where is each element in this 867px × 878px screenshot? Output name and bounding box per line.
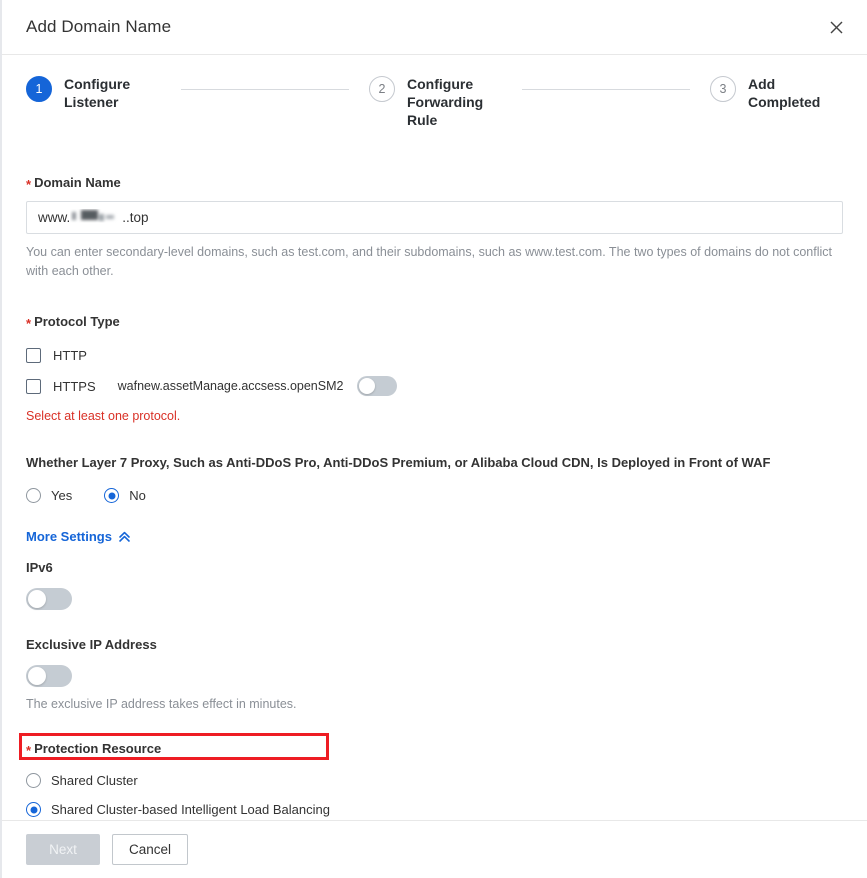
protection-resource-shared-cluster[interactable]: Shared Cluster (26, 773, 843, 788)
radio-layer7-yes-label: Yes (51, 488, 73, 503)
protocol-http-row[interactable]: HTTP (26, 348, 843, 363)
required-marker: * (26, 177, 32, 192)
cancel-button[interactable]: Cancel (112, 834, 189, 865)
domain-name-label: * Domain Name (26, 174, 843, 192)
required-marker: * (26, 316, 32, 331)
exclusive-ip-toggle[interactable] (26, 665, 72, 687)
step-indicator: 1 Configure Listener 2 Configure Forward… (2, 55, 867, 129)
step-2-number: 2 (369, 76, 395, 102)
protection-resource-label-text: Protection Resource (34, 741, 162, 756)
radio-intelligent-load-balancing-label: Shared Cluster-based Intelligent Load Ba… (51, 802, 330, 817)
https-feature-toggle-knob (359, 378, 376, 394)
step-3[interactable]: 3 Add Completed (710, 75, 843, 111)
ipv6-label: IPv6 (26, 560, 53, 575)
checkbox-https[interactable] (26, 378, 41, 394)
double-chevron-up-icon (112, 530, 131, 543)
domain-name-input[interactable]: www. ..top (26, 201, 843, 234)
protocol-type-error: Select at least one protocol. (26, 409, 181, 423)
step-3-number: 3 (710, 76, 736, 102)
ipv6-toggle[interactable] (26, 588, 72, 610)
https-feature-toggle[interactable] (357, 376, 398, 396)
add-domain-dialog: Add Domain Name 1 Configure Listener 2 C… (0, 0, 867, 878)
dialog-footer: Next Cancel (2, 820, 867, 878)
checkbox-http-label: HTTP (53, 348, 87, 363)
next-button[interactable]: Next (26, 834, 100, 865)
protocol-https-row[interactable]: HTTPS wafnew.assetManage.accsess.openSM2 (26, 376, 843, 396)
radio-shared-cluster[interactable] (26, 773, 41, 788)
step-2[interactable]: 2 Configure Forwarding Rule (369, 75, 502, 129)
protocol-type-label: * Protocol Type (26, 313, 843, 331)
step-3-label: Add Completed (748, 76, 821, 110)
domain-name-redacted (70, 209, 122, 226)
step-connector-1 (181, 89, 349, 90)
form-body: * Domain Name www. ..top You can enter s… (2, 174, 867, 878)
layer7-proxy-yes[interactable]: Yes (26, 488, 72, 503)
step-connector-2 (522, 89, 690, 90)
step-1-number: 1 (26, 76, 52, 102)
dialog-header: Add Domain Name (2, 0, 867, 55)
step-1-label: Configure Listener (64, 76, 131, 110)
domain-name-value-prefix: www. (38, 210, 71, 225)
layer7-proxy-no[interactable]: No (104, 488, 146, 503)
step-2-label: Configure Forwarding Rule (407, 76, 484, 128)
domain-name-help: You can enter secondary-level domains, s… (26, 245, 832, 278)
ipv6-toggle-knob (28, 590, 46, 608)
checkbox-http[interactable] (26, 348, 41, 363)
exclusive-ip-help: The exclusive IP address takes effect in… (26, 697, 297, 711)
layer7-proxy-label: Whether Layer 7 Proxy, Such as Anti-DDoS… (26, 455, 771, 470)
close-icon[interactable] (823, 14, 849, 40)
more-settings-label: More Settings (26, 529, 112, 544)
protocol-type-label-text: Protocol Type (34, 314, 120, 329)
protection-resource-intelligent-lb[interactable]: Shared Cluster-based Intelligent Load Ba… (26, 802, 843, 817)
radio-layer7-no[interactable] (104, 488, 120, 503)
exclusive-ip-toggle-knob (28, 667, 46, 685)
exclusive-ip-label: Exclusive IP Address (26, 637, 157, 652)
radio-layer7-yes[interactable] (26, 488, 41, 503)
radio-intelligent-load-balancing[interactable] (26, 802, 41, 817)
radio-layer7-no-label: No (129, 488, 146, 503)
radio-shared-cluster-label: Shared Cluster (51, 773, 138, 788)
required-marker: * (26, 743, 32, 758)
step-1[interactable]: 1 Configure Listener (26, 75, 159, 111)
protection-resource-label: * Protection Resource (26, 740, 843, 758)
https-feature-note: wafnew.assetManage.accsess.openSM2 (117, 379, 344, 393)
domain-name-value-suffix: ..top (122, 210, 149, 225)
dialog-title: Add Domain Name (26, 17, 172, 36)
checkbox-https-label: HTTPS (53, 378, 96, 394)
more-settings-toggle[interactable]: More Settings (26, 529, 131, 544)
domain-name-label-text: Domain Name (34, 175, 121, 190)
